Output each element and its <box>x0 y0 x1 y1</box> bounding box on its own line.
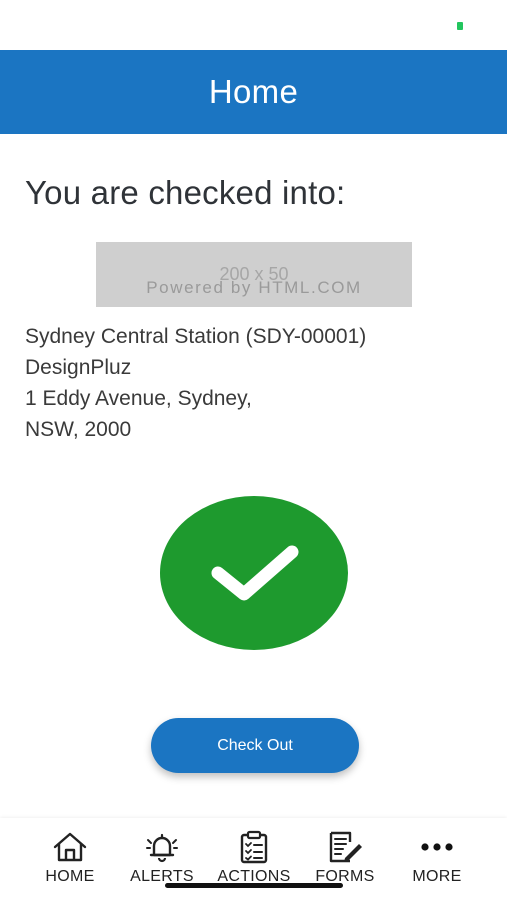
status-bar <box>0 0 507 50</box>
address-line-2: NSW, 2000 <box>25 418 132 441</box>
check-circle-icon <box>160 496 348 650</box>
site-details: Sydney Central Station (SDY-00001) Desig… <box>25 321 366 445</box>
address-line-1: 1 Eddy Avenue, Sydney, <box>25 387 252 410</box>
home-indicator[interactable] <box>165 883 343 888</box>
tab-forms[interactable]: FORMS <box>300 830 390 890</box>
battery-indicator-icon <box>457 22 463 30</box>
site-name: Sydney Central Station (SDY-00001) <box>25 325 367 348</box>
tab-actions[interactable]: ACTIONS <box>209 830 299 890</box>
home-icon <box>50 830 90 864</box>
tab-more[interactable]: MORE <box>392 830 482 890</box>
app-header: Home <box>0 50 507 134</box>
form-edit-icon <box>325 830 365 864</box>
bell-icon <box>142 830 182 864</box>
tab-alerts[interactable]: ALERTS <box>117 830 207 890</box>
tab-home-label: HOME <box>45 868 95 885</box>
clipboard-icon <box>234 830 274 864</box>
tab-home[interactable]: HOME <box>25 830 115 890</box>
checked-in-heading: You are checked into: <box>25 174 346 211</box>
check-out-button[interactable]: Check Out <box>151 718 359 773</box>
company-name: DesignPluz <box>25 356 132 379</box>
tab-more-label: MORE <box>412 868 462 885</box>
more-dots-icon <box>417 830 457 864</box>
logo-powered-text: Powered by HTML.COM <box>146 278 362 297</box>
page-title: Home <box>208 73 299 110</box>
site-logo-placeholder: 200 x 50 Powered by HTML.COM <box>96 242 412 307</box>
